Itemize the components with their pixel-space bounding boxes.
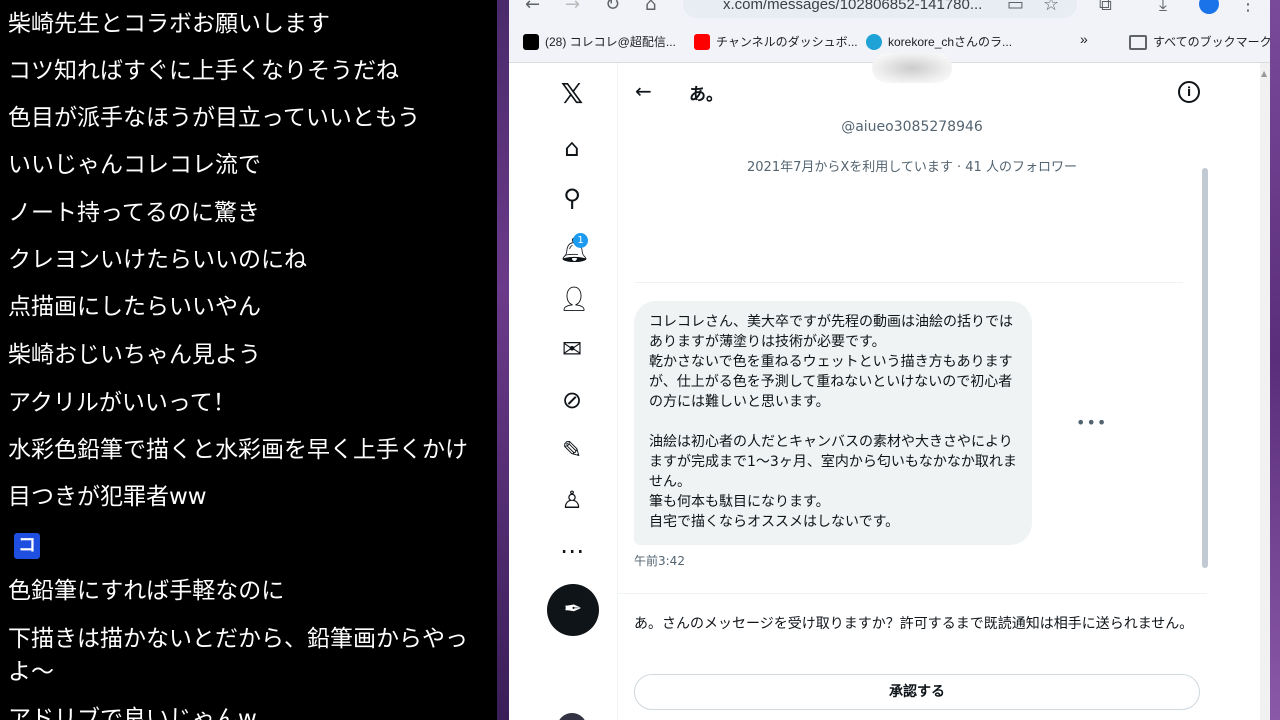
chat-message: アドリブで良いじゃんw [8, 706, 257, 720]
chat-message: 点描画にしたらいいやん [8, 294, 261, 320]
background-strip [1270, 0, 1280, 720]
chat-message: 色目が派手なほうが目立っていいともう [8, 105, 421, 131]
divider [635, 282, 1183, 283]
menu-icon[interactable]: ⋮ [1239, 0, 1257, 15]
reload-icon[interactable]: ↻ [605, 0, 620, 15]
chat-message: 目つきが犯罪者ww [8, 484, 207, 510]
youtube-favicon-icon [694, 34, 710, 50]
bookmark-item[interactable]: (28) コレコレ@超配信... [523, 33, 676, 50]
x-favicon-icon [523, 34, 539, 50]
search-icon[interactable]: ⚲ [559, 185, 585, 211]
x-messages-page: 𝕏 ⌂ ⚲ 🔔︎ 1 👤︎ ✉ ⊘ ✎ ♙ ⋯ ✒ ← あ。 i @aiueo3… [509, 53, 1270, 720]
message-timestamp: 午前3:42 [634, 554, 685, 568]
home-icon[interactable]: ⌂ [559, 135, 585, 161]
scroll-thumb[interactable] [1202, 168, 1208, 568]
profile-avatar[interactable] [1199, 0, 1219, 14]
profile-icon[interactable]: ♙ [559, 487, 585, 513]
all-bookmarks-folder[interactable]: すべてのブックマーク [1129, 33, 1270, 50]
user-handle[interactable]: @aiueo3085278946 [617, 119, 1207, 135]
chat-message: 色鉛筆にすれば手軽なのに [8, 578, 285, 604]
bookmarks-overflow-button[interactable]: » [1080, 31, 1088, 47]
more-circle-icon[interactable]: ⋯ [559, 538, 585, 564]
page-scrollbar[interactable]: ▲ [1260, 63, 1270, 720]
conversation-panel: ← あ。 i @aiueo3085278946 2021年7月からXを利用してい… [617, 53, 1210, 720]
x-logo-icon[interactable]: 𝕏 [559, 80, 585, 108]
browser-toolbar: ← → ↻ ⌂ x.com/messages/102806852-141780.… [509, 0, 1270, 22]
folder-icon [1129, 35, 1147, 50]
x-side-nav: 𝕏 ⌂ ⚲ 🔔︎ 1 👤︎ ✉ ⊘ ✎ ♙ ⋯ ✒ [509, 63, 618, 720]
chat-message: クレヨンいけたらいいのにね [8, 247, 307, 273]
user-joined-info: 2021年7月からXを利用しています · 41 人のフォロワー [747, 160, 1077, 175]
star-icon[interactable]: ☆ [1043, 0, 1059, 15]
url-text: x.com/messages/102806852-141780... [723, 0, 983, 13]
home-browser-icon[interactable]: ⌂ [645, 0, 656, 15]
message-more-icon[interactable]: ••• [1076, 413, 1107, 432]
info-icon[interactable]: i [1178, 81, 1200, 103]
add-person-icon[interactable]: 👤︎ [559, 286, 589, 312]
download-icon[interactable]: ⤓ [1159, 0, 1167, 15]
notification-badge: 1 [573, 233, 588, 248]
post-icon: ✒ [563, 597, 583, 622]
conversation-title: あ。 [689, 85, 723, 105]
grok-icon[interactable]: ⊘ [559, 387, 585, 413]
chat-stamp-icon: コ [14, 533, 40, 559]
bookmark-item[interactable]: チャンネルのダッシュボ... [694, 33, 858, 50]
chat-message: 柴崎おじいちゃん見よう [8, 342, 261, 368]
browser-window: ← → ↻ ⌂ x.com/messages/102806852-141780.… [509, 0, 1270, 720]
mail-icon[interactable]: ✉ [559, 336, 585, 362]
twitcasting-favicon-icon [866, 34, 882, 50]
edit-list-icon[interactable]: ✎ [559, 437, 585, 463]
chat-message: 水彩色鉛筆で描くと水彩画を早く上手くかけ [8, 437, 468, 463]
bookmark-item[interactable]: korekore_chさんのラ... [866, 33, 1012, 50]
background-strip [497, 0, 509, 720]
accept-button[interactable]: 承認する [634, 674, 1200, 710]
message-bubble[interactable]: コレコレさん、美大卒ですが先程の動画は油絵の括りでは ありますが薄塗りは技術が必… [634, 301, 1032, 545]
message-request-text: あ。さんのメッセージを受け取りますか？許可するまで既読通知は相手に送られません。 [634, 616, 1194, 632]
back-icon[interactable]: ← [525, 0, 540, 15]
chat-message: 柴崎先生とコラボお願いします [8, 11, 330, 37]
live-chat-panel: 柴崎先生とコラボお願いします コツ知ればすぐに上手くなりそうだね 色目が派手なほ… [0, 0, 497, 720]
forward-icon[interactable]: → [565, 0, 580, 15]
extensions-icon[interactable]: ⧉ [1099, 0, 1112, 15]
back-arrow-icon[interactable]: ← [635, 79, 652, 103]
conversation-scrollbar[interactable] [1200, 118, 1210, 588]
scroll-up-icon[interactable]: ▲ [1261, 69, 1267, 78]
chat-message: コツ知ればすぐに上手くなりそうだね [8, 58, 399, 84]
chat-message: 下描きは描かないとだから、鉛筆画からやっ よ〜 [8, 626, 468, 685]
post-button[interactable]: ✒ [547, 584, 599, 636]
message-request-area: あ。さんのメッセージを受け取りますか？許可するまで既読通知は相手に送られません。… [617, 593, 1207, 720]
user-avatar [872, 53, 952, 83]
chat-message: アクリルがいいって！ [8, 390, 236, 416]
account-avatar[interactable] [557, 713, 587, 720]
chat-message: いいじゃんコレコレ流で [8, 152, 261, 178]
cast-icon[interactable]: ▭ [1007, 0, 1024, 15]
chat-message: ノート持ってるのに驚き [8, 200, 260, 226]
